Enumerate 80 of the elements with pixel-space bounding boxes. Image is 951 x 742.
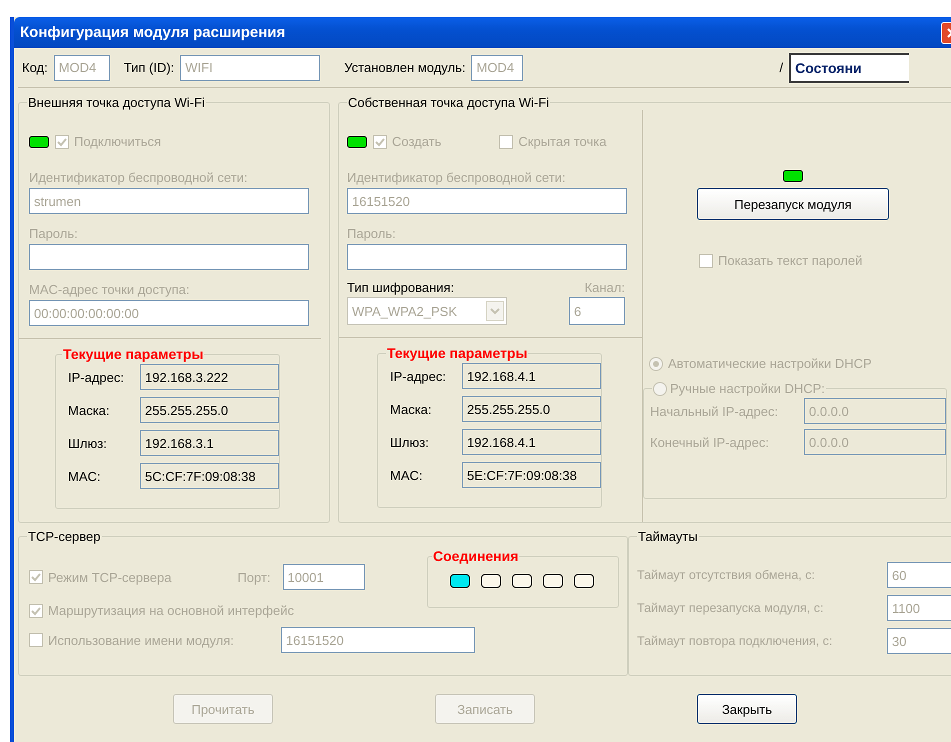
show-passwords-checkbox[interactable]	[699, 254, 713, 268]
value-field: 192.168.3.222	[140, 364, 279, 390]
checkbox-label: Использование имени модуля:	[48, 632, 234, 648]
ip-field[interactable]: 0.0.0.0	[804, 398, 946, 424]
field-label: IP-адрес:	[390, 368, 447, 384]
installed-label: Установлен модуль:	[344, 60, 466, 75]
channel-field[interactable]: 6	[569, 297, 625, 325]
field-label: MAC-адрес точки доступа:	[29, 282, 190, 297]
value-field: 192.168.3.1	[140, 430, 279, 456]
window-title: Конфигурация модуля расширения	[20, 24, 286, 41]
connect-checkbox[interactable]	[55, 134, 69, 148]
group-title: Текущие параметры	[63, 346, 204, 362]
text-field[interactable]	[347, 244, 627, 270]
field-label: Маска:	[68, 402, 111, 418]
create-checkbox[interactable]	[373, 134, 387, 148]
radio-button[interactable]	[653, 382, 667, 396]
code-label: Код:	[22, 60, 48, 75]
field-label: Порт:	[237, 570, 271, 584]
value-field: 5C:CF:7F:09:08:38	[140, 463, 279, 489]
group-title: Соединения	[433, 548, 518, 564]
timeout-field[interactable]: 30	[887, 628, 951, 654]
radio-label: Ручные настройки DHCP:	[670, 381, 825, 396]
field-label: Таймаут повтора подключения, с:	[637, 634, 834, 648]
field-label: Маска:	[390, 402, 433, 416]
group-title: TCP-сервер	[28, 529, 101, 544]
field-label: Таймаут отсутствия обмена, с:	[637, 568, 816, 582]
module-name-field[interactable]: 16151520	[280, 627, 475, 653]
caret-icon	[486, 301, 504, 321]
field-label: Таймаут перезапуска модуля, с:	[637, 601, 824, 615]
radio-label: Автоматические настройки DHCP	[668, 356, 872, 371]
text-field[interactable]: strumen	[29, 188, 309, 214]
tcp-mode-checkbox[interactable]	[29, 570, 43, 584]
field-label: IP-адрес:	[68, 370, 125, 384]
type-field: WIFI	[180, 54, 320, 80]
checkbox-label: Режим TCP-сервера	[48, 570, 172, 584]
field-label: Пароль:	[29, 226, 79, 241]
field-label: Идентификатор беспроводной сети:	[29, 170, 249, 185]
field-label: Тип шифрования:	[347, 280, 454, 295]
value-field: 192.168.4.1	[462, 429, 601, 455]
value-field: 255.255.255.0	[462, 396, 601, 422]
checkbox-label: Маршрутизация на основной интерфейс	[48, 603, 294, 618]
checkbox-label: Скрытая точка	[518, 134, 606, 149]
timeout-field[interactable]: 60	[887, 562, 951, 588]
group-title: Текущие параметры	[387, 345, 528, 361]
field-label: Пароль:	[347, 226, 397, 241]
dialog-button[interactable]: Закрыть	[697, 694, 797, 724]
encryption-dropdown[interactable]: WPA_WPA2_PSK	[347, 297, 507, 325]
port-field[interactable]: 10001	[282, 564, 365, 590]
value-field: 255.255.255.0	[140, 397, 279, 423]
checkbox-label: Создать	[392, 134, 442, 149]
checkbox-label: Показать текст паролей	[718, 253, 862, 268]
use-name-checkbox[interactable]	[29, 633, 43, 647]
routing-checkbox[interactable]	[29, 604, 43, 618]
value-field: 5E:CF:7F:09:08:38	[462, 462, 601, 488]
group-title: Внешняя точка доступа Wi-Fi	[28, 95, 205, 110]
restart-module-button[interactable]: Перезапуск модуля	[697, 188, 889, 220]
radio-button[interactable]	[649, 356, 663, 370]
value-field: 192.168.4.1	[462, 363, 601, 389]
field-label: MAC:	[68, 468, 102, 484]
text-field[interactable]	[29, 244, 309, 270]
code-field: MOD4	[54, 54, 110, 80]
type-label: Тип (ID):	[124, 60, 174, 75]
timeout-field[interactable]: 1100	[887, 595, 951, 621]
group-title: Собственная точка доступа Wi-Fi	[348, 95, 550, 110]
group-title: Таймауты	[638, 529, 698, 544]
field-label: Конечный IP-адрес:	[650, 434, 770, 450]
field-label: Шлюз:	[390, 434, 430, 450]
hidden-checkbox[interactable]	[499, 134, 514, 148]
separator-text: /	[779, 60, 784, 75]
field-label: Шлюз:	[68, 436, 108, 450]
text-field[interactable]: 16151520	[347, 188, 627, 214]
checkbox-label: Подключиться	[74, 134, 162, 149]
field-label: Начальный IP-адрес:	[650, 404, 780, 418]
text-field[interactable]: 00:00:00:00:00:00	[29, 300, 309, 326]
field-label: Канал:	[584, 280, 625, 295]
field-label: Идентификатор беспроводной сети:	[347, 170, 567, 185]
ip-field[interactable]: 0.0.0.0	[804, 429, 946, 455]
field-label: MAC:	[390, 468, 424, 482]
installed-field: MOD4	[471, 54, 524, 80]
status-tab[interactable]: Состояни	[789, 52, 910, 82]
